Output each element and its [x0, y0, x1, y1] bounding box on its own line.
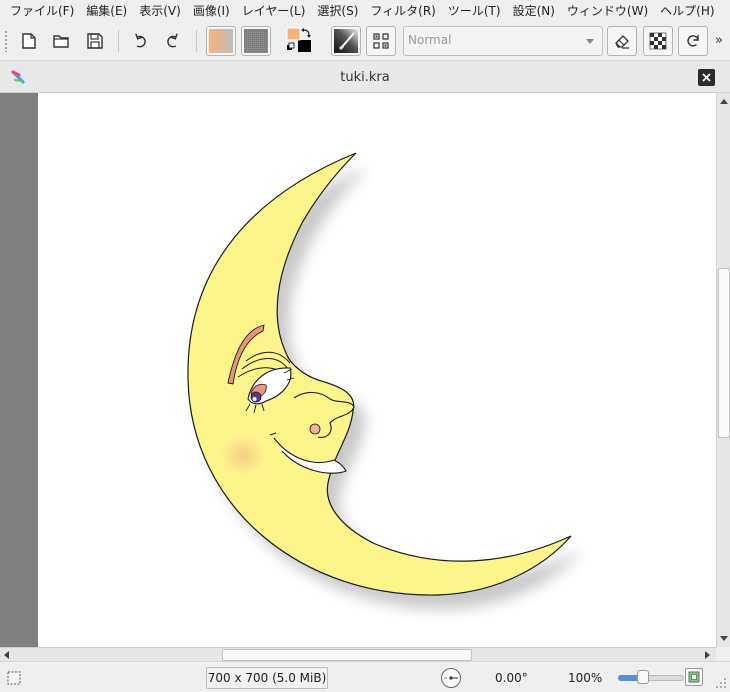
menu-view[interactable]: 表示(V): [133, 0, 187, 22]
toolbar-handle[interactable]: [4, 30, 8, 52]
blend-mode-select[interactable]: Normal: [403, 26, 603, 56]
menu-edit[interactable]: 編集(E): [80, 0, 133, 22]
pattern-preset-button[interactable]: [241, 26, 271, 56]
zoom-slider-handle[interactable]: [636, 670, 649, 684]
document-tab-bar: tuki.kra: [0, 60, 730, 93]
moon-cheek: [221, 435, 265, 475]
vertical-scrollbar[interactable]: [716, 93, 730, 647]
toolbar-separator: [118, 30, 119, 52]
eraser-icon: [615, 35, 629, 49]
status-bar: 700 x 700 (5.0 MiB) 0.00° 100%: [0, 661, 730, 692]
brush-preset-button[interactable]: [331, 26, 361, 56]
moon-artwork: [187, 152, 583, 610]
redo-icon: [167, 33, 178, 48]
image-size-info[interactable]: 700 x 700 (5.0 MiB): [206, 667, 328, 689]
toolbar-separator: [196, 30, 197, 52]
gradient-preset-button[interactable]: [206, 26, 236, 56]
fit-canvas-icon: [688, 671, 700, 683]
selection-mode-icon[interactable]: [7, 671, 21, 685]
eraser-mode-button[interactable]: [607, 26, 637, 56]
undo-button[interactable]: [125, 26, 155, 56]
alpha-lock-button[interactable]: [643, 26, 673, 56]
scroll-right-icon[interactable]: [705, 651, 710, 659]
brush-preset-icon: [334, 29, 358, 53]
menu-file[interactable]: ファイル(F): [4, 0, 80, 22]
reload-preset-icon: [687, 35, 699, 47]
new-document-icon: [22, 33, 36, 49]
menu-settings[interactable]: 設定(N): [507, 0, 561, 22]
undo-icon: [135, 33, 146, 48]
menu-tools[interactable]: ツール(T): [442, 0, 507, 22]
menu-bar: ファイル(F) 編集(E) 表示(V) 画像(I) レイヤー(L) 選択(S) …: [0, 0, 730, 22]
menu-window[interactable]: ウィンドウ(W): [561, 0, 654, 22]
open-folder-icon: [53, 35, 69, 48]
open-document-button[interactable]: [46, 26, 76, 56]
chevron-down-icon: [586, 39, 594, 44]
brush-options-icon: [373, 33, 389, 49]
save-icon: [87, 33, 103, 49]
pattern-preset-icon: [244, 29, 268, 53]
horizontal-scrollbar[interactable]: [0, 647, 716, 661]
close-icon: [702, 73, 711, 82]
document-title: tuki.kra: [340, 70, 390, 85]
moon-body: [187, 152, 572, 596]
menu-filter[interactable]: フィルタ(R): [364, 0, 441, 22]
save-button[interactable]: [80, 26, 110, 56]
menu-image[interactable]: 画像(I): [187, 0, 236, 22]
zoom-slider[interactable]: [618, 670, 684, 684]
menu-select[interactable]: 選択(S): [311, 0, 364, 22]
rotation-value: 0.00°: [495, 671, 528, 685]
menu-layer[interactable]: レイヤー(L): [236, 0, 312, 22]
redo-button[interactable]: [158, 26, 188, 56]
vertical-scroll-thumb[interactable]: [718, 268, 730, 438]
scroll-down-icon[interactable]: [720, 636, 728, 641]
new-document-button[interactable]: [14, 26, 44, 56]
toolbar-overflow-icon[interactable]: »: [715, 33, 723, 48]
fit-to-canvas-button[interactable]: [685, 668, 703, 686]
main-toolbar: [0, 22, 730, 60]
blend-mode-value: Normal: [408, 33, 452, 47]
resize-grip-icon[interactable]: [714, 676, 728, 690]
gradient-preset-icon: [209, 29, 233, 53]
zoom-value: 100%: [568, 671, 603, 685]
color-selector[interactable]: [284, 26, 314, 56]
menu-help[interactable]: ヘルプ(H): [654, 0, 720, 22]
canvas-area[interactable]: [0, 93, 716, 647]
image-canvas[interactable]: [38, 93, 716, 647]
horizontal-scroll-thumb[interactable]: [222, 649, 472, 661]
scroll-up-icon[interactable]: [720, 99, 728, 104]
reload-preset-button[interactable]: [678, 26, 708, 56]
close-document-button[interactable]: [698, 69, 715, 86]
rotation-dial-icon[interactable]: [440, 667, 462, 689]
brush-options-button[interactable]: [366, 26, 396, 56]
alpha-lock-icon: [649, 32, 667, 50]
scroll-left-icon[interactable]: [4, 651, 9, 659]
fg-bg-color-icon: [286, 27, 311, 52]
